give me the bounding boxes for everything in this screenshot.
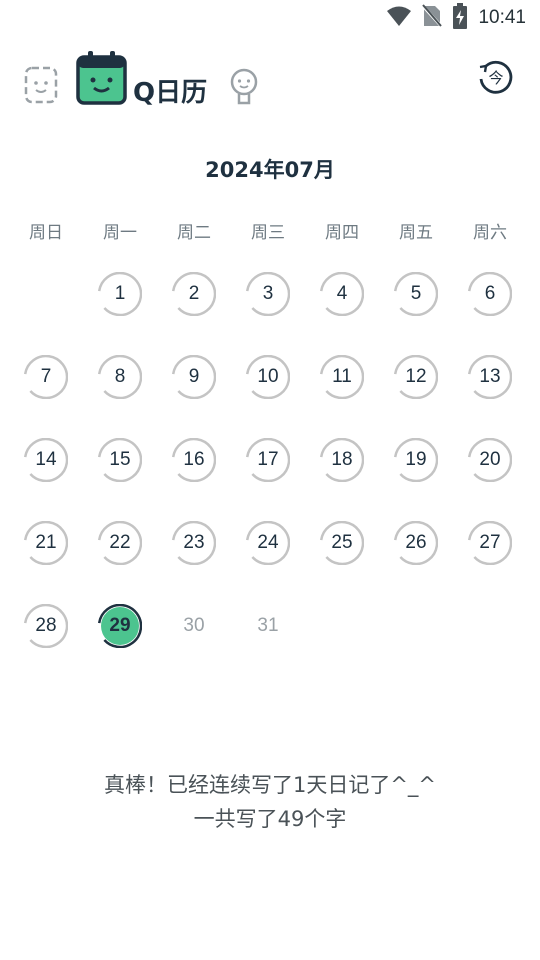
- day-number: 18: [331, 449, 353, 470]
- battery-charging-icon: [452, 3, 468, 33]
- calendar-day-6[interactable]: 6: [468, 272, 512, 316]
- day-number: 7: [40, 366, 52, 387]
- day-number: 20: [479, 449, 501, 470]
- weekday-header-row: 周日 周一 周二 周三 周四 周五 周六: [0, 218, 540, 243]
- calendar-day-27[interactable]: 27: [468, 521, 512, 565]
- calendar-day-12[interactable]: 12: [394, 355, 438, 399]
- status-bar: 10:41: [0, 0, 540, 36]
- day-number: 29: [109, 615, 131, 636]
- calendar-day-9[interactable]: 9: [172, 355, 216, 399]
- calendar-day-3[interactable]: 3: [246, 272, 290, 316]
- weekday-fri: 周五: [399, 223, 433, 243]
- day-number: 1: [114, 283, 126, 304]
- today-label: 今: [488, 69, 503, 87]
- calendar-day-22[interactable]: 22: [98, 521, 142, 565]
- profile-face-icon[interactable]: [228, 67, 260, 111]
- calendar-day-4[interactable]: 4: [320, 272, 364, 316]
- day-number: 10: [257, 366, 279, 387]
- day-number: 5: [410, 283, 422, 304]
- day-number: 30: [183, 615, 205, 636]
- calendar-day-25[interactable]: 25: [320, 521, 364, 565]
- day-number: 23: [183, 532, 205, 553]
- calendar-day-8[interactable]: 8: [98, 355, 142, 399]
- day-number: 21: [35, 532, 57, 553]
- calendar-day-2[interactable]: 2: [172, 272, 216, 316]
- weekday-mon: 周一: [103, 223, 137, 243]
- day-number: 15: [109, 449, 131, 470]
- day-number: 4: [336, 283, 348, 304]
- weekday-wed: 周三: [251, 223, 285, 243]
- day-number: 24: [257, 532, 279, 553]
- calendar-day-23[interactable]: 23: [172, 521, 216, 565]
- calendar-day-17[interactable]: 17: [246, 438, 290, 482]
- day-number: 3: [262, 283, 274, 304]
- day-number: 11: [332, 366, 352, 387]
- word-count-message: 一共写了49个字: [193, 807, 347, 831]
- wifi-icon: [386, 5, 412, 31]
- day-number: 8: [114, 366, 126, 387]
- calendar-day-20[interactable]: 20: [468, 438, 512, 482]
- calendar-day-31[interactable]: 31: [246, 604, 290, 648]
- calendar-day-5[interactable]: 5: [394, 272, 438, 316]
- day-number: 27: [479, 532, 501, 553]
- day-number: 2: [188, 283, 200, 304]
- calendar-day-29[interactable]: 29: [98, 604, 142, 648]
- calendar-day-7[interactable]: 7: [24, 355, 68, 399]
- calendar-day-15[interactable]: 15: [98, 438, 142, 482]
- month-title: 2024年07月: [205, 158, 335, 182]
- weekday-tue: 周二: [177, 223, 211, 243]
- calendar-day-10[interactable]: 10: [246, 355, 290, 399]
- no-sim-icon: [421, 3, 444, 32]
- weekday-sun: 周日: [29, 223, 63, 243]
- today-icon[interactable]: 今: [477, 58, 515, 100]
- calendar-day-1[interactable]: 1: [98, 272, 142, 316]
- calendar-day-18[interactable]: 18: [320, 438, 364, 482]
- weekday-sat: 周六: [473, 223, 507, 243]
- day-number: 16: [183, 449, 205, 470]
- calendar-day-16[interactable]: 16: [172, 438, 216, 482]
- calendar-day-30[interactable]: 30: [172, 604, 216, 648]
- day-number: 19: [405, 449, 427, 470]
- weekday-thu: 周四: [325, 223, 359, 243]
- calendar-day-13[interactable]: 13: [468, 355, 512, 399]
- day-number: 17: [257, 449, 279, 470]
- day-number: 9: [188, 366, 200, 387]
- day-number: 12: [405, 366, 427, 387]
- day-number: 28: [35, 615, 57, 636]
- day-number: 6: [484, 283, 496, 304]
- day-number: 25: [331, 532, 353, 553]
- status-time: 10:41: [478, 7, 526, 28]
- calendar-day-19[interactable]: 19: [394, 438, 438, 482]
- diary-face-icon[interactable]: [24, 66, 58, 108]
- day-number: 26: [405, 532, 427, 553]
- calendar-day-24[interactable]: 24: [246, 521, 290, 565]
- calendar-face-icon[interactable]: [76, 50, 128, 110]
- day-number: 31: [257, 615, 279, 636]
- day-number: 14: [35, 449, 57, 470]
- calendar-day-21[interactable]: 21: [24, 521, 68, 565]
- day-number: 13: [479, 366, 501, 387]
- calendar-day-28[interactable]: 28: [24, 604, 68, 648]
- calendar-day-26[interactable]: 26: [394, 521, 438, 565]
- day-number: 22: [109, 532, 131, 553]
- calendar-day-11[interactable]: 11: [320, 355, 364, 399]
- calendar-day-14[interactable]: 14: [24, 438, 68, 482]
- app-title: Q日历: [133, 78, 208, 108]
- streak-message: 真棒！已经连续写了1天日记了^_^: [103, 773, 437, 797]
